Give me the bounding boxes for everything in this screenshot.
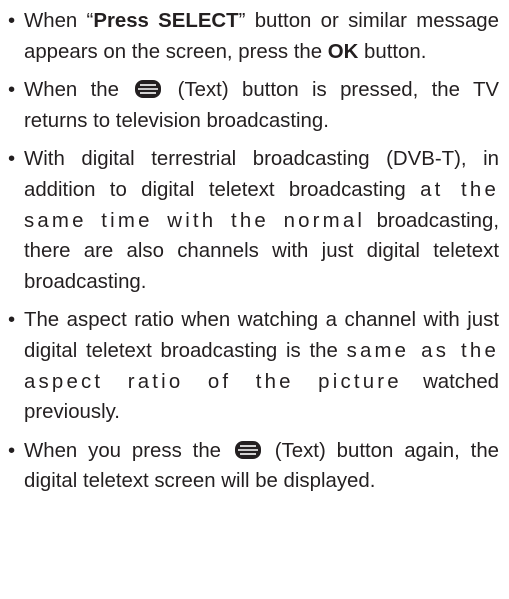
manual-page: • When “Press SELECT” button or similar … xyxy=(0,0,509,599)
list-item: • When “Press SELECT” button or similar … xyxy=(8,6,499,67)
bullet: • xyxy=(8,439,16,462)
list-item: • The aspect ratio when watching a chann… xyxy=(8,305,499,427)
list-item: • With digital terrestrial broadcasting … xyxy=(8,144,499,297)
bullet: • xyxy=(8,79,16,102)
list-item: • When you press the (Text) button again… xyxy=(8,436,499,497)
list-item: • When the (Text) button is pressed, the… xyxy=(8,75,499,136)
text-button-icon xyxy=(234,440,261,459)
bullet: • xyxy=(8,309,16,332)
bullet: • xyxy=(8,148,16,171)
text-button-icon xyxy=(135,80,162,99)
press-select-label: Press SELECT xyxy=(93,10,239,32)
ok-button-label: OK xyxy=(327,40,359,63)
bullet: • xyxy=(8,10,16,32)
instruction-list: • When “Press SELECT” button or similar … xyxy=(8,6,499,497)
